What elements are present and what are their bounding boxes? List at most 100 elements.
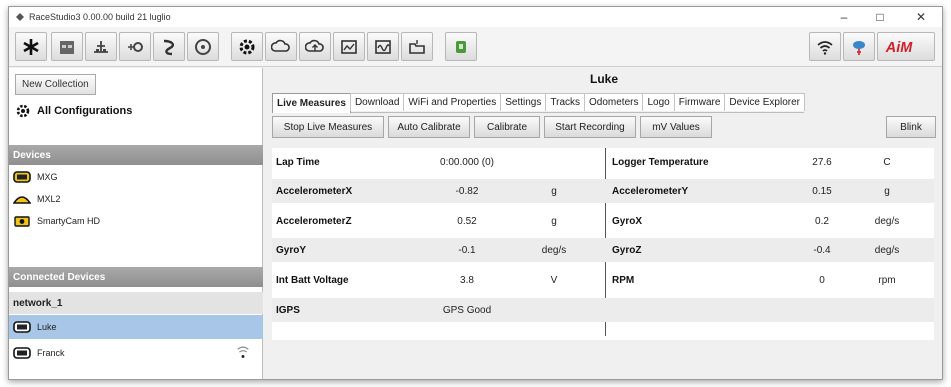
tab-live-measures[interactable]: Live Measures bbox=[272, 93, 351, 113]
tab-firmware[interactable]: Firmware bbox=[673, 93, 726, 111]
cloud-download-icon bbox=[271, 39, 290, 52]
channel-name: AccelerometerX bbox=[276, 185, 353, 197]
devices-header: Devices bbox=[9, 145, 263, 165]
usb-button[interactable] bbox=[445, 32, 477, 61]
channel-value: 0.15 bbox=[812, 185, 832, 197]
gauge-icon bbox=[195, 38, 211, 55]
toolbar: AiM bbox=[9, 27, 942, 67]
usb-device-icon bbox=[853, 40, 865, 55]
tab-device-explorer[interactable]: Device Explorer bbox=[724, 93, 805, 111]
channel-unit: deg/s bbox=[541, 244, 567, 256]
network-row[interactable]: network_1 bbox=[9, 292, 263, 314]
gauge-button[interactable] bbox=[187, 32, 219, 61]
device-item-mxl2[interactable]: MXL2 bbox=[9, 188, 263, 210]
channel-unit: rpm bbox=[878, 274, 896, 286]
connected-item-luke[interactable]: Luke bbox=[9, 315, 263, 339]
channel-unit: g bbox=[551, 215, 557, 227]
mv-values-button[interactable]: mV Values bbox=[640, 116, 712, 138]
track-button[interactable] bbox=[153, 32, 185, 61]
folder-icon bbox=[409, 39, 425, 54]
wifi-button[interactable] bbox=[809, 32, 841, 61]
measure-row: IGPS GPS Good bbox=[272, 298, 934, 322]
aim-logo-button[interactable]: AiM bbox=[877, 32, 935, 61]
usb-device-button[interactable] bbox=[843, 32, 875, 61]
maximize-button[interactable]: □ bbox=[862, 7, 898, 27]
cloud-upload-button[interactable] bbox=[299, 32, 331, 61]
channel-name: RPM bbox=[612, 274, 635, 286]
device-label: MXL2 bbox=[37, 194, 61, 204]
channel-name: GyroZ bbox=[612, 244, 642, 256]
device-item-smartycam[interactable]: SmartyCam HD bbox=[9, 210, 263, 232]
aim-logo: AiM bbox=[885, 39, 913, 55]
channel-unit: g bbox=[551, 185, 557, 197]
channel-unit: C bbox=[883, 156, 891, 168]
dash-logger-icon bbox=[13, 196, 31, 204]
device-title: Luke bbox=[589, 72, 618, 86]
channel-unit bbox=[534, 150, 574, 174]
device-item-mxg[interactable]: MXG bbox=[9, 166, 263, 188]
channel-unit bbox=[534, 298, 574, 322]
channel-name: AccelerometerY bbox=[612, 185, 689, 197]
tab-settings[interactable]: Settings bbox=[500, 93, 547, 111]
cloud-download-button[interactable] bbox=[265, 32, 297, 61]
gear-wheel-icon bbox=[239, 39, 255, 54]
channel-value bbox=[802, 298, 842, 322]
track-icon bbox=[163, 39, 175, 55]
channel-value: 0.52 bbox=[457, 215, 477, 227]
tab-download[interactable]: Download bbox=[349, 93, 405, 111]
usb-icon bbox=[456, 40, 466, 53]
tab-logo[interactable]: Logo bbox=[642, 93, 675, 111]
channel-value: 0 bbox=[819, 274, 825, 286]
chart-wave-button[interactable] bbox=[367, 32, 399, 61]
sidebar: New Collection All Configurations Device… bbox=[9, 68, 263, 379]
channel-value: 0:00.000 (0) bbox=[440, 156, 494, 168]
channel-name: IGPS bbox=[276, 304, 300, 316]
connected-label: Franck bbox=[37, 348, 65, 358]
channel-name: Lap Time bbox=[276, 156, 320, 168]
start-recording-button[interactable]: Start Recording bbox=[544, 116, 636, 138]
calibrate-button[interactable]: Calibrate bbox=[474, 116, 540, 138]
window-title: RaceStudio3 0.00.00 build 21 luglio bbox=[29, 12, 171, 22]
auto-calibrate-button[interactable]: Auto Calibrate bbox=[388, 116, 470, 138]
app-window: RaceStudio3 0.00.00 build 21 luglio – □ … bbox=[8, 6, 943, 380]
tab-bar: Live Measures Download WiFi and Properti… bbox=[272, 93, 805, 113]
svg-text:AiM: AiM bbox=[885, 39, 913, 55]
live-measures-table: Lap Time 0:00.000 (0) Logger Temperature 27… bbox=[272, 148, 934, 340]
new-collection-button[interactable]: New Collection bbox=[15, 74, 96, 95]
channel-unit bbox=[867, 298, 907, 322]
balance-button[interactable] bbox=[85, 32, 117, 61]
dash-logger-icon bbox=[13, 347, 31, 359]
asterisk-icon bbox=[23, 38, 39, 55]
stop-live-measures-button[interactable]: Stop Live Measures bbox=[272, 116, 384, 138]
connected-item-franck[interactable]: Franck bbox=[9, 341, 263, 365]
channel-value: -0.82 bbox=[455, 185, 479, 197]
tab-tracks[interactable]: Tracks bbox=[545, 93, 586, 111]
channel-name: Int Batt Voltage bbox=[276, 274, 349, 286]
channel-value: -0.4 bbox=[813, 244, 831, 256]
channel-value: GPS Good bbox=[442, 304, 492, 316]
channel-value: 27.6 bbox=[812, 156, 832, 168]
channel-value: 0.2 bbox=[815, 215, 829, 227]
channel-name: GyroY bbox=[276, 244, 307, 256]
close-button[interactable]: ✕ bbox=[903, 7, 939, 27]
measure-row: GyroY -0.1 deg/s GyroZ -0.4 deg/s bbox=[272, 238, 934, 262]
calendar-button[interactable] bbox=[51, 32, 83, 61]
channel-name: GyroX bbox=[612, 215, 643, 227]
asterisk-button[interactable] bbox=[15, 32, 47, 61]
wifi-icon bbox=[817, 40, 833, 55]
all-configurations-item[interactable]: All Configurations bbox=[15, 102, 132, 120]
channel-unit: deg/s bbox=[874, 215, 900, 227]
configuration-button[interactable] bbox=[231, 32, 263, 61]
settings-plus-button[interactable] bbox=[119, 32, 151, 61]
camera-icon bbox=[14, 216, 30, 227]
title-bar: RaceStudio3 0.00.00 build 21 luglio – □ … bbox=[9, 7, 942, 27]
chart-button[interactable] bbox=[333, 32, 365, 61]
folder-button[interactable] bbox=[401, 32, 433, 61]
tab-odometers[interactable]: Odometers bbox=[584, 93, 644, 111]
blink-button[interactable]: Blink bbox=[886, 116, 936, 138]
tab-wifi-properties[interactable]: WiFi and Properties bbox=[403, 93, 502, 111]
device-label: SmartyCam HD bbox=[37, 216, 101, 226]
main-panel: Luke Live Measures Download WiFi and Pro… bbox=[264, 68, 942, 379]
minimize-button[interactable]: – bbox=[826, 7, 862, 27]
measure-row: Int Batt Voltage 3.8 V RPM 0 rpm bbox=[272, 268, 934, 292]
